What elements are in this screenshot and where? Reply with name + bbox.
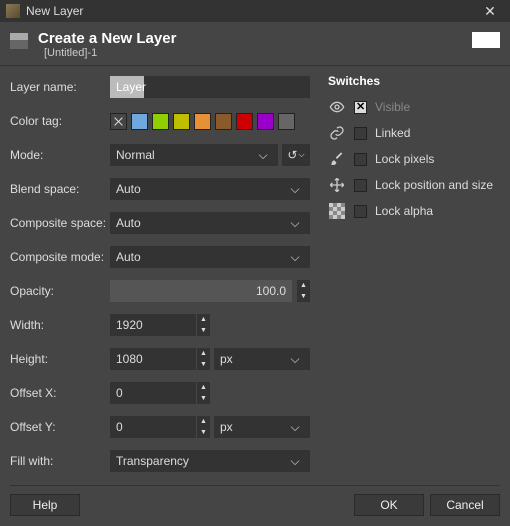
switch-visible: Visible <box>328 94 500 120</box>
reset-icon: ↺ <box>287 148 297 162</box>
color-tag-brown[interactable] <box>215 113 232 130</box>
composite-space-label: Composite space: <box>10 216 110 230</box>
color-tag-label: Color tag: <box>10 114 110 128</box>
fill-with-select[interactable]: Transparency⌵ <box>110 450 310 472</box>
opacity-slider[interactable]: 100.0 <box>110 280 292 302</box>
lock-position-checkbox[interactable] <box>354 179 367 192</box>
blend-space-select: Auto⌵ <box>110 178 310 200</box>
offset-x-input[interactable]: 0▲▼ <box>110 382 210 404</box>
chevron-down-icon: ⌵ <box>254 148 272 163</box>
color-tag-orange[interactable] <box>194 113 211 130</box>
cancel-button[interactable]: Cancel <box>430 494 500 516</box>
chevron-down-icon: ⌵ <box>286 352 304 367</box>
color-tag-purple[interactable] <box>257 113 274 130</box>
preview-badge <box>472 32 500 48</box>
dialog-subtitle: [Untitled]-1 <box>44 47 176 59</box>
titlebar: New Layer ✕ <box>0 0 510 22</box>
offset-unit-select[interactable]: px⌵ <box>214 416 310 438</box>
checker-icon <box>328 202 346 220</box>
lock-alpha-checkbox[interactable] <box>354 205 367 218</box>
chevron-down-icon: ⌵ <box>286 216 304 231</box>
width-input[interactable]: 1920▲▼ <box>110 314 210 336</box>
lock-pixels-checkbox[interactable] <box>354 153 367 166</box>
linked-checkbox[interactable] <box>354 127 367 140</box>
blend-space-label: Blend space: <box>10 182 110 196</box>
opacity-label: Opacity: <box>10 284 110 298</box>
dialog-footer: Help OK Cancel <box>0 475 510 526</box>
height-input[interactable]: 1080▲▼ <box>110 348 210 370</box>
close-icon[interactable]: ✕ <box>476 0 504 22</box>
layer-name-label: Layer name: <box>10 80 110 94</box>
switch-lock-alpha: Lock alpha <box>328 198 500 224</box>
chevron-down-icon: ⌵ <box>286 250 304 265</box>
chevron-down-icon: ⌵ <box>286 182 304 197</box>
offset-y-label: Offset Y: <box>10 420 110 434</box>
chevron-down-icon: ⌵ <box>286 454 304 469</box>
mode-select[interactable]: Normal⌵ <box>110 144 278 166</box>
move-icon <box>328 176 346 194</box>
switch-lock-pixels: Lock pixels <box>328 146 500 172</box>
composite-mode-label: Composite mode: <box>10 250 110 264</box>
fill-with-label: Fill with: <box>10 454 110 468</box>
color-tag-gray[interactable] <box>278 113 295 130</box>
color-tag-green[interactable] <box>152 113 169 130</box>
divider <box>0 65 510 66</box>
window-title: New Layer <box>26 4 470 18</box>
opacity-spinner[interactable]: ▲▼ <box>296 280 310 302</box>
switches-heading: Switches <box>328 74 500 88</box>
ok-button[interactable]: OK <box>354 494 424 516</box>
width-label: Width: <box>10 318 110 332</box>
layer-icon <box>10 33 28 49</box>
divider <box>10 485 500 486</box>
composite-mode-select[interactable]: Auto⌵ <box>110 246 310 268</box>
color-tag-yellow[interactable] <box>173 113 190 130</box>
switch-linked: Linked <box>328 120 500 146</box>
dialog-title: Create a New Layer <box>38 30 176 47</box>
composite-space-select[interactable]: Auto⌵ <box>110 212 310 234</box>
color-tag-blue[interactable] <box>131 113 148 130</box>
eye-icon <box>328 98 346 116</box>
link-icon <box>328 124 346 142</box>
mode-reset-button[interactable]: ↺⌵ <box>282 144 310 166</box>
mode-label: Mode: <box>10 148 110 162</box>
offset-x-label: Offset X: <box>10 386 110 400</box>
color-tag-none[interactable] <box>110 113 127 130</box>
height-label: Height: <box>10 352 110 366</box>
switch-lock-position: Lock position and size <box>328 172 500 198</box>
chevron-down-icon: ⌵ <box>286 420 304 435</box>
chevron-down-icon: ⌵ <box>298 150 304 160</box>
help-button[interactable]: Help <box>10 494 80 516</box>
color-tag-red[interactable] <box>236 113 253 130</box>
app-icon <box>6 4 20 18</box>
visible-checkbox[interactable] <box>354 101 367 114</box>
dialog-header: Create a New Layer [Untitled]-1 <box>0 22 510 63</box>
layer-name-input[interactable] <box>110 76 310 98</box>
size-unit-select[interactable]: px⌵ <box>214 348 310 370</box>
brush-icon <box>328 150 346 168</box>
offset-y-input[interactable]: 0▲▼ <box>110 416 210 438</box>
color-tag-picker[interactable] <box>110 113 310 130</box>
